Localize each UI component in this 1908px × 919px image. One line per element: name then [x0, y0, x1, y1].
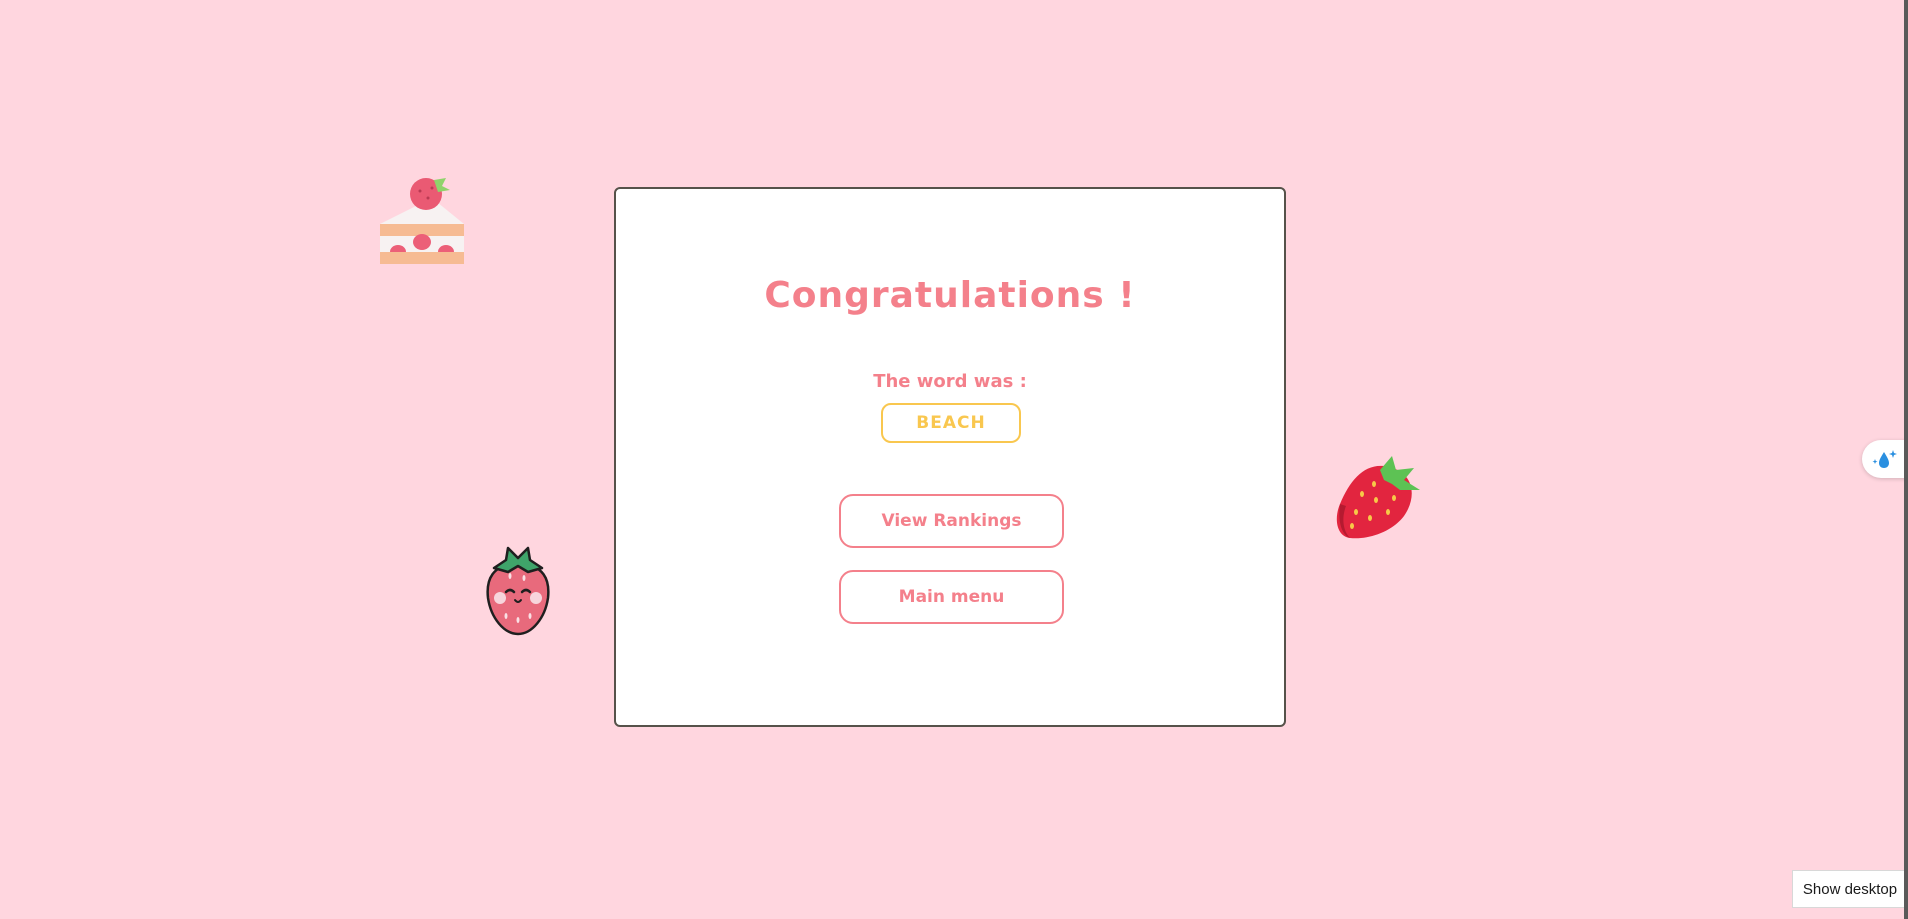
result-card: Congratulations ! The word was : BEACH V…	[614, 187, 1286, 727]
main-menu-button[interactable]: Main menu	[839, 570, 1064, 624]
view-rankings-button[interactable]: View Rankings	[839, 494, 1064, 548]
strawberry-cake-icon	[380, 178, 464, 264]
strawberry-icon	[1336, 456, 1420, 539]
water-drop-sparkle-icon	[1872, 450, 1897, 468]
window-edge	[1904, 0, 1908, 919]
show-desktop-button[interactable]: Show desktop	[1792, 870, 1908, 908]
side-extension-widget[interactable]	[1862, 440, 1908, 478]
answer-word-badge: BEACH	[881, 403, 1021, 443]
kawaii-strawberry-icon	[486, 546, 550, 636]
word-reveal-label: The word was :	[873, 371, 1027, 392]
congratulations-title: Congratulations !	[764, 275, 1136, 316]
